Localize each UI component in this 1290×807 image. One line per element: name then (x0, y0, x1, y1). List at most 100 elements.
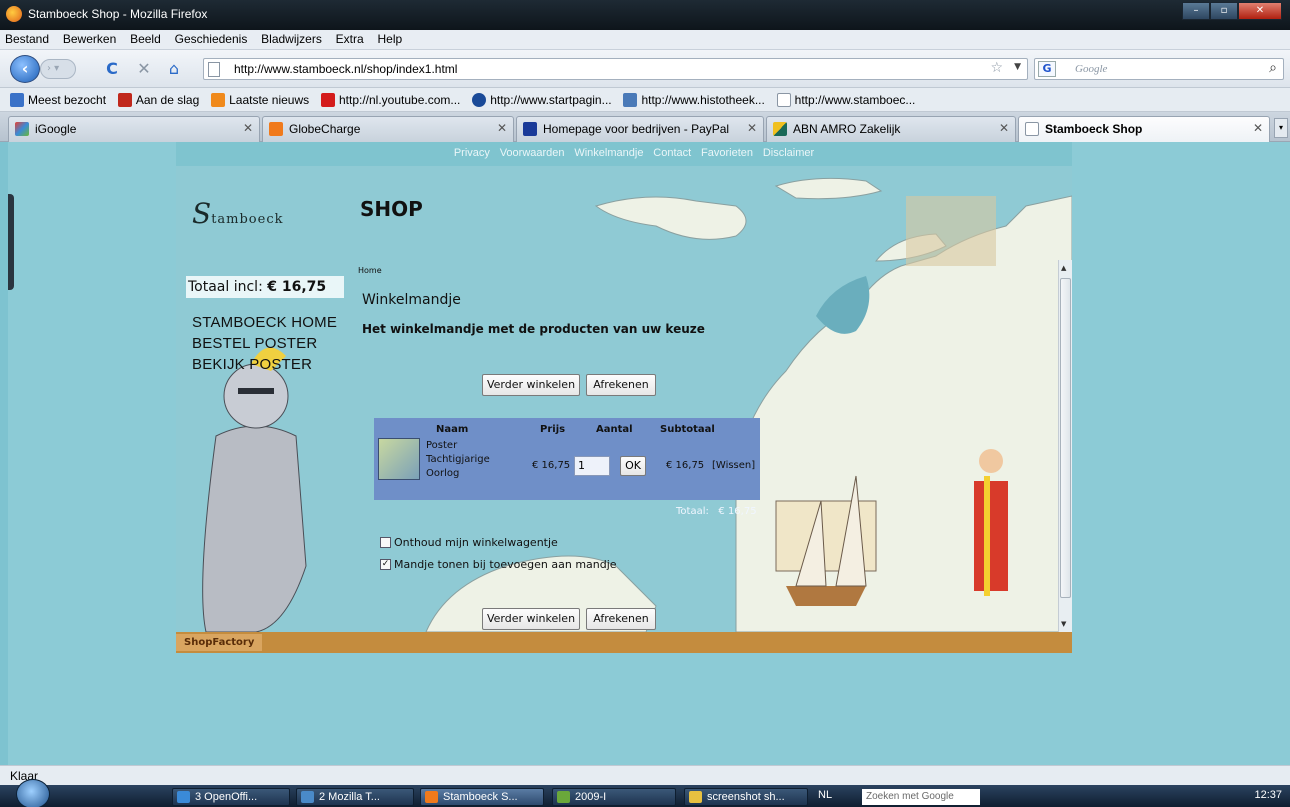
menu-geschiedenis[interactable]: Geschiedenis (170, 30, 253, 48)
back-button[interactable]: ‹ (10, 55, 40, 83)
abn-amro-icon (773, 122, 787, 136)
bookmark-star-icon[interactable]: ☆ (990, 60, 1003, 76)
nav-favorieten[interactable]: Favorieten (701, 147, 753, 159)
frame-scrollbar[interactable]: ▲ ▼ (1058, 260, 1072, 632)
bookmark-aan-de-slag[interactable]: Aan de slag (117, 88, 199, 112)
menu-bekijk-poster[interactable]: BEKIJK POSTER (192, 356, 337, 373)
product-name-line1[interactable]: Poster (426, 440, 457, 451)
tab-list-button[interactable]: ▾ (1274, 118, 1288, 138)
url-dropdown-icon[interactable]: ▼ (1014, 62, 1021, 72)
menu-bestel-poster[interactable]: BESTEL POSTER (192, 335, 337, 352)
site-logo[interactable]: Stamboeck (192, 197, 284, 230)
menu-bestand[interactable]: Bestand (0, 30, 54, 48)
search-engine-icon[interactable]: G (1038, 61, 1056, 77)
sidebar-handle[interactable] (8, 194, 14, 290)
cart-header-qty: Aantal (596, 424, 633, 435)
close-button[interactable]: ✕ (1238, 2, 1282, 20)
nav-winkelmandje[interactable]: Winkelmandje (574, 147, 643, 159)
menu-help[interactable]: Help (373, 30, 408, 48)
show-cart-option[interactable]: ✓ Mandje tonen bij toevoegen aan mandje (380, 558, 617, 571)
product-name-line3[interactable]: Oorlog (426, 468, 459, 479)
reload-icon[interactable]: C (102, 59, 122, 79)
tab-close-icon[interactable]: ✕ (999, 121, 1009, 135)
openoffice-icon (177, 791, 190, 803)
language-indicator[interactable]: NL (818, 789, 832, 801)
page-icon (208, 62, 220, 77)
tab-igoogle[interactable]: iGoogle ✕ (8, 116, 260, 142)
scroll-down-icon[interactable]: ▼ (1061, 620, 1066, 628)
tab-close-icon[interactable]: ✕ (243, 121, 253, 135)
histotheek-icon (623, 93, 638, 107)
startpagina-icon (472, 93, 487, 107)
tab-abn-amro[interactable]: ABN AMRO Zakelijk ✕ (766, 116, 1016, 142)
window-titlebar: Stamboeck Shop - Mozilla Firefox – ▫ ✕ (0, 0, 1290, 30)
menu-beeld[interactable]: Beeld (125, 30, 166, 48)
tab-paypal[interactable]: Homepage voor bedrijven - PayPal ✕ (516, 116, 764, 142)
remember-cart-option[interactable]: Onthoud mijn winkelwagentje (380, 536, 558, 549)
shopfactory-link[interactable]: ShopFactory (176, 634, 263, 651)
thunderbird-icon (301, 791, 314, 803)
search-bar[interactable]: G Google ⌕ (1034, 58, 1284, 80)
tab-close-icon[interactable]: ✕ (1253, 121, 1263, 135)
firefox-icon (6, 6, 22, 22)
tab-close-icon[interactable]: ✕ (747, 121, 757, 135)
product-price: € 16,75 (532, 460, 571, 471)
menu-stamboeck-home[interactable]: STAMBOECK HOME (192, 314, 337, 331)
show-cart-checkbox[interactable]: ✓ (380, 559, 391, 570)
shop-page: Privacy Voorwaarden Winkelmandje Contact… (176, 142, 1072, 653)
product-name-line2[interactable]: Tachtigjarige (426, 454, 490, 465)
bookmark-youtube[interactable]: http://nl.youtube.com... (320, 88, 460, 112)
menu-bewerken[interactable]: Bewerken (58, 30, 121, 48)
breadcrumb[interactable]: Home (358, 266, 382, 275)
forward-button[interactable]: › ▾ (40, 59, 76, 79)
task-screenshot[interactable]: screenshot sh... (684, 788, 808, 806)
taskbar-search-input[interactable]: Zoeken met Google (862, 789, 980, 805)
start-button[interactable] (16, 779, 50, 807)
task-2009-i[interactable]: 2009-I (552, 788, 676, 806)
url-text[interactable]: http://www.stamboeck.nl/shop/index1.html (234, 62, 457, 76)
nav-contact[interactable]: Contact (653, 147, 691, 159)
scroll-up-icon[interactable]: ▲ (1061, 264, 1066, 272)
bookmark-histotheek[interactable]: http://www.histotheek... (623, 88, 765, 112)
home-icon[interactable]: ⌂ (164, 59, 184, 79)
bookmark-stamboeck[interactable]: http://www.stamboec... (776, 88, 915, 112)
address-bar[interactable]: http://www.stamboeck.nl/shop/index1.html… (203, 58, 1028, 80)
tab-stamboeck-shop[interactable]: Stamboeck Shop ✕ (1018, 116, 1270, 142)
continue-shopping-button-top[interactable]: Verder winkelen (482, 374, 580, 396)
nav-voorwaarden[interactable]: Voorwaarden (500, 147, 565, 159)
stop-icon[interactable]: ✕ (134, 59, 154, 79)
shop-title: SHOP (360, 197, 423, 221)
remove-item-link[interactable]: [Wissen] (712, 460, 755, 471)
tab-close-icon[interactable]: ✕ (497, 121, 507, 135)
checkout-button-top[interactable]: Afrekenen (586, 374, 656, 396)
quantity-input[interactable]: 1 (574, 456, 610, 476)
search-input[interactable]: Google (1075, 63, 1107, 75)
taskbar-clock[interactable]: 12:37 (1254, 789, 1282, 801)
minimize-button[interactable]: – (1182, 2, 1210, 20)
tab-globecharge[interactable]: GlobeCharge ✕ (262, 116, 514, 142)
nav-disclaimer[interactable]: Disclaimer (763, 147, 814, 159)
continue-shopping-button-bottom[interactable]: Verder winkelen (482, 608, 580, 630)
checkout-button-bottom[interactable]: Afrekenen (586, 608, 656, 630)
maximize-button[interactable]: ▫ (1210, 2, 1238, 20)
bookmark-laatste-nieuws[interactable]: Laatste nieuws (211, 88, 309, 112)
task-stamboeck-shop[interactable]: Stamboeck S... (420, 788, 544, 806)
netherlands-map-illustration (202, 177, 1072, 633)
nav-privacy[interactable]: Privacy (454, 147, 490, 159)
rss-icon (211, 93, 226, 107)
cart-total-value: € 16,75 (267, 279, 327, 295)
page-viewport: Privacy Voorwaarden Winkelmandje Contact… (8, 142, 1290, 765)
bookmark-meest-bezocht[interactable]: Meest bezocht (10, 88, 106, 112)
product-thumbnail[interactable] (378, 438, 420, 480)
bookmark-startpagina[interactable]: http://www.startpagin... (472, 88, 612, 112)
menu-extra[interactable]: Extra (331, 30, 369, 48)
update-quantity-button[interactable]: OK (620, 456, 646, 476)
menu-bladwijzers[interactable]: Bladwijzers (256, 30, 327, 48)
scrollbar-thumb[interactable] (1060, 278, 1071, 598)
search-icon[interactable]: ⌕ (1269, 60, 1277, 76)
remember-cart-checkbox[interactable] (380, 537, 391, 548)
task-mozilla[interactable]: 2 Mozilla T... (296, 788, 414, 806)
task-openoffice[interactable]: 3 OpenOffi... (172, 788, 290, 806)
site-side-menu: STAMBOECK HOME BESTEL POSTER BEKIJK POST… (192, 314, 337, 377)
firefox-icon (425, 791, 438, 803)
